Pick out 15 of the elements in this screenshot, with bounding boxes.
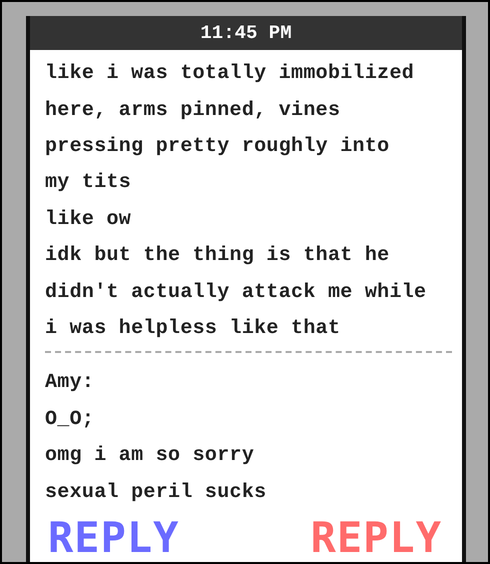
message-line: omg i am so sorry	[45, 443, 256, 470]
message-line: sexual peril sucks	[45, 480, 268, 506]
message-line: like ow	[45, 206, 132, 233]
message-line: O_O;	[45, 406, 96, 433]
sender-name: Amy:	[45, 370, 96, 396]
clock-time: 11:45 PM	[200, 22, 292, 44]
message-line: here, arms pinned, vines	[45, 98, 342, 124]
message-line: i was helpless like that	[45, 316, 342, 342]
message-line: didn't actually attack me while	[45, 280, 428, 306]
message-line: my tits	[45, 170, 132, 196]
reply-button[interactable]: REPLY	[310, 513, 442, 562]
message-line: idk but the thing is that he	[45, 243, 390, 270]
message-line: like i was totally immobilized	[45, 61, 416, 88]
message-line: pressing pretty roughly into	[45, 134, 390, 160]
reply-button[interactable]: REPLY	[48, 513, 180, 562]
